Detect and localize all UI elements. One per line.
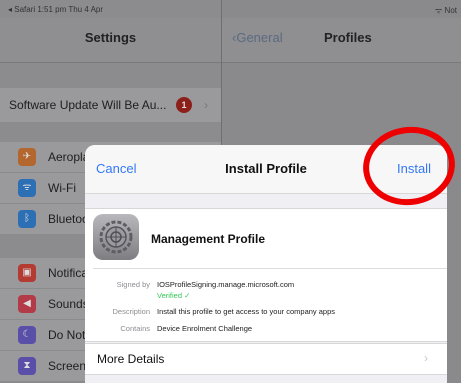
signed-by-value: IOSProfileSigning.manage.microsoft.com bbox=[157, 280, 295, 289]
description-label: Description bbox=[112, 307, 150, 316]
hourglass-icon: ⧗ bbox=[18, 357, 36, 375]
notifications-icon: ▣ bbox=[18, 264, 36, 282]
contains-label: Contains bbox=[120, 324, 150, 333]
row-label: Do Not bbox=[48, 328, 86, 342]
moon-icon: ☾ bbox=[18, 326, 36, 344]
cancel-button[interactable]: Cancel bbox=[96, 161, 136, 176]
description-value: Install this profile to get access to yo… bbox=[157, 307, 336, 316]
row-label: Screen bbox=[48, 359, 87, 373]
row-label: Sounds bbox=[48, 297, 89, 311]
sounds-icon: ◀ bbox=[18, 295, 36, 313]
bluetooth-icon: ᛒ bbox=[18, 210, 36, 228]
wifi-icon: ᯤ bbox=[18, 179, 36, 197]
back-label: General bbox=[236, 30, 283, 45]
status-left[interactable]: ◂ Safari 1:51 pm Thu 4 Apr bbox=[8, 5, 103, 14]
software-update-label: Software Update Will Be Au... bbox=[9, 98, 167, 112]
settings-gear-icon bbox=[93, 214, 139, 260]
profiles-title: Profiles bbox=[324, 30, 372, 45]
update-badge: 1 bbox=[176, 97, 192, 113]
signed-by-label: Signed by bbox=[116, 280, 150, 289]
contains-value: Device Enrolment Challenge bbox=[157, 324, 253, 333]
divider bbox=[93, 268, 447, 269]
row-label: Wi-Fi bbox=[48, 181, 76, 195]
profile-card bbox=[85, 208, 447, 342]
airplane-icon: ✈ bbox=[18, 148, 36, 166]
profile-name: Management Profile bbox=[151, 232, 266, 246]
chevron-right-icon: › bbox=[424, 351, 428, 365]
back-button[interactable]: ‹General bbox=[232, 30, 283, 45]
verified-status: Verified ✓ bbox=[157, 291, 191, 300]
status-bar: ◂ Safari 1:51 pm Thu 4 Apr ᯤ Not bbox=[0, 0, 461, 18]
chevron-right-icon: › bbox=[204, 98, 208, 112]
more-details-label: More Details bbox=[97, 352, 165, 366]
status-right: ᯤ Not bbox=[435, 6, 457, 15]
settings-title: Settings bbox=[84, 30, 137, 45]
